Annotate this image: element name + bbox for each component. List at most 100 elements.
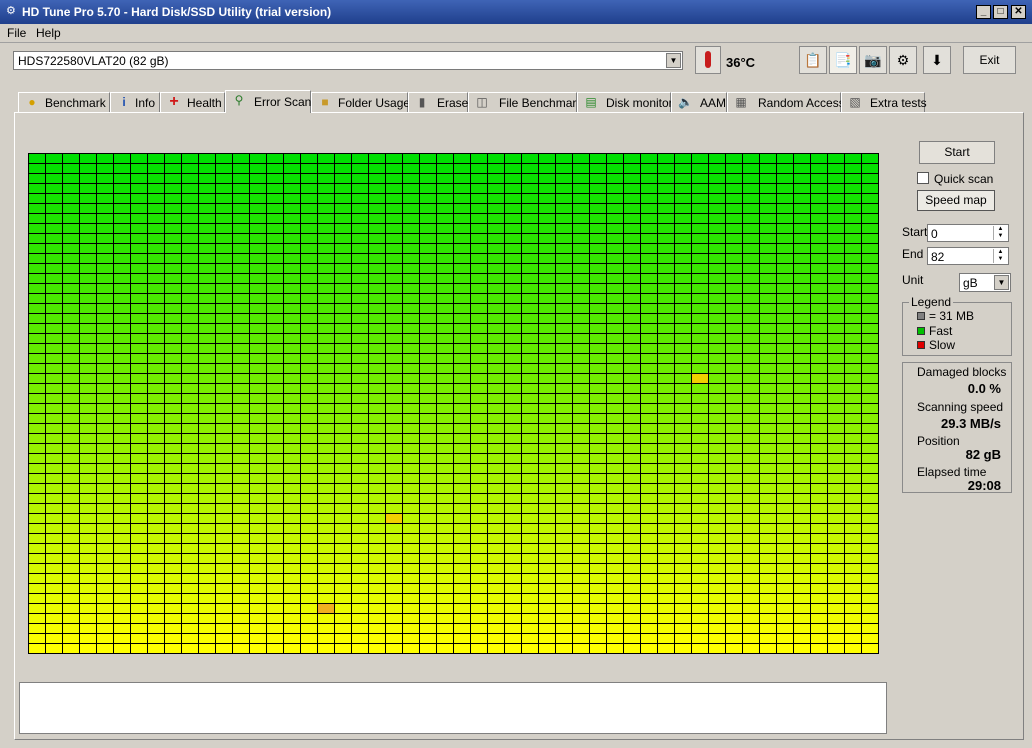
scan-block — [845, 454, 861, 463]
scan-block — [828, 154, 844, 163]
scan-block — [590, 324, 606, 333]
menu-file[interactable]: File — [7, 26, 26, 40]
scan-block — [63, 234, 79, 243]
scan-block — [29, 314, 45, 323]
menu-help[interactable]: Help — [36, 26, 61, 40]
scan-block — [505, 434, 521, 443]
scan-block — [658, 184, 674, 193]
scan-block — [233, 554, 249, 563]
scan-block — [352, 354, 368, 363]
scan-block — [777, 364, 793, 373]
scan-block — [641, 534, 657, 543]
tab-benchmark[interactable]: ● Benchmark — [18, 92, 110, 112]
scan-block — [862, 454, 878, 463]
scan-block — [250, 624, 266, 633]
scan-block — [590, 634, 606, 643]
scan-block — [505, 414, 521, 423]
scan-block — [471, 224, 487, 233]
temperature-button[interactable] — [695, 46, 721, 74]
tab-error-scan[interactable]: ⚲ Error Scan — [225, 90, 311, 113]
scan-block — [352, 484, 368, 493]
scan-block — [607, 404, 623, 413]
spin-arrows-icon[interactable]: ▲ ▼ — [993, 249, 1007, 263]
scan-block — [233, 154, 249, 163]
start-scan-button[interactable]: Start — [919, 141, 995, 164]
scan-block — [845, 504, 861, 513]
scan-block — [624, 484, 640, 493]
scan-block — [675, 194, 691, 203]
scan-block — [726, 284, 742, 293]
scan-block — [862, 344, 878, 353]
scan-block — [743, 464, 759, 473]
scan-block — [403, 594, 419, 603]
end-spinner[interactable]: 82 ▲ ▼ — [927, 247, 1009, 265]
tab-health[interactable]: + Health — [160, 92, 225, 112]
scan-block — [233, 344, 249, 353]
scan-block — [471, 514, 487, 523]
scan-block — [454, 274, 470, 283]
unit-select[interactable]: gB ▼ — [959, 273, 1011, 292]
scan-block — [182, 314, 198, 323]
scan-block — [539, 264, 555, 273]
scan-block — [828, 194, 844, 203]
scan-block — [267, 344, 283, 353]
scan-block — [488, 244, 504, 253]
options-button[interactable]: ⚙ — [889, 46, 917, 74]
minimize-button[interactable]: _ — [976, 5, 991, 19]
chevron-down-icon[interactable]: ▼ — [994, 275, 1009, 290]
scan-block — [97, 384, 113, 393]
scan-block — [369, 604, 385, 613]
scan-block — [862, 304, 878, 313]
scan-block — [794, 464, 810, 473]
tab-aam[interactable]: 🔈 AAM — [671, 92, 727, 112]
tab-info[interactable]: i Info — [110, 92, 160, 112]
scan-block — [335, 484, 351, 493]
tab-disk-monitor[interactable]: ▤ Disk monitor — [577, 92, 673, 112]
scan-block — [267, 364, 283, 373]
speed-map-button[interactable]: Speed map — [917, 190, 995, 211]
scan-block — [692, 284, 708, 293]
scan-block — [335, 374, 351, 383]
scan-block — [607, 604, 623, 613]
tab-folder-usage[interactable]: ■ Folder Usage — [311, 92, 410, 112]
close-button[interactable]: ✕ — [1011, 5, 1026, 19]
scan-block — [454, 284, 470, 293]
drive-select[interactable]: HDS722580VLAT20 (82 gB) ▼ — [13, 51, 683, 70]
scan-block — [573, 414, 589, 423]
chevron-down-icon[interactable]: ▼ — [666, 53, 681, 68]
scan-block — [556, 304, 572, 313]
tab-random-access[interactable]: ▦ Random Access — [727, 92, 845, 112]
scan-block — [182, 184, 198, 193]
scan-block — [777, 324, 793, 333]
scan-block — [454, 444, 470, 453]
scan-block — [641, 594, 657, 603]
scan-block — [556, 594, 572, 603]
quick-scan-checkbox[interactable] — [917, 172, 929, 184]
lightbulb-icon: ● — [28, 95, 36, 109]
start-spinner[interactable]: 0 ▲ ▼ — [927, 224, 1009, 242]
scan-block — [590, 544, 606, 553]
copy-all-button[interactable]: 📑 — [829, 46, 857, 74]
screenshot-button[interactable]: 📷 — [859, 46, 887, 74]
maximize-button[interactable]: □ — [993, 5, 1008, 19]
scan-block — [794, 284, 810, 293]
copy-info-button[interactable]: 📋 — [799, 46, 827, 74]
scan-block — [216, 404, 232, 413]
spin-arrows-icon[interactable]: ▲ ▼ — [993, 226, 1007, 240]
scan-block — [97, 244, 113, 253]
scan-block — [794, 264, 810, 273]
scan-block — [692, 634, 708, 643]
tab-extra-tests[interactable]: ▧ Extra tests — [841, 92, 927, 112]
tab-file-benchmark[interactable]: ◫ File Benchmark — [468, 92, 582, 112]
exit-button[interactable]: Exit — [963, 46, 1016, 74]
scan-block — [811, 284, 827, 293]
scan-block — [862, 284, 878, 293]
scan-block — [301, 494, 317, 503]
scan-block — [352, 174, 368, 183]
scan-block — [182, 624, 198, 633]
save-button[interactable]: ⬇ — [923, 46, 951, 74]
tab-erase[interactable]: ▮ Erase — [408, 92, 468, 112]
scan-block — [267, 464, 283, 473]
scan-block — [828, 324, 844, 333]
scan-block — [658, 574, 674, 583]
